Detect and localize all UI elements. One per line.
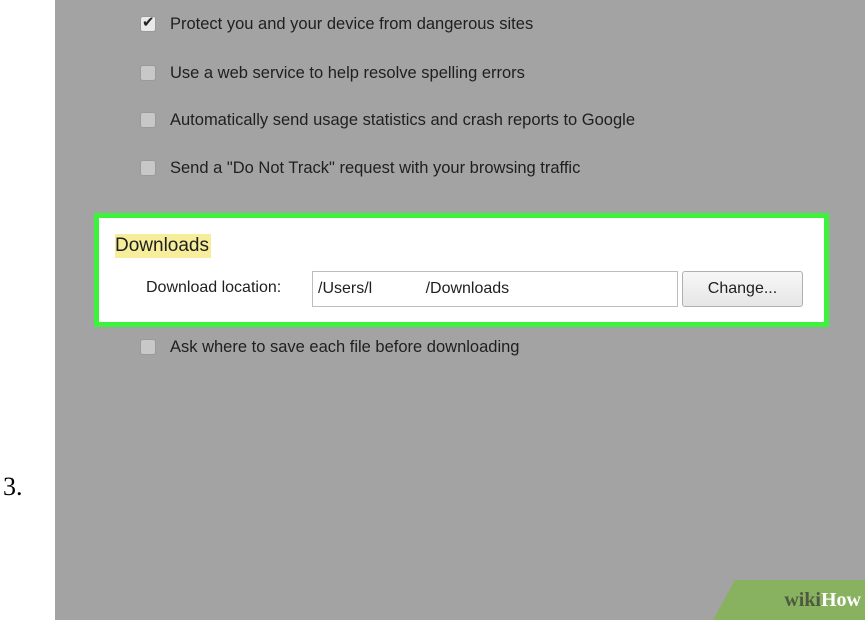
option-usage-statistics[interactable]: Automatically send usage statistics and …: [140, 108, 635, 132]
option-spelling-service[interactable]: Use a web service to help resolve spelli…: [140, 61, 525, 85]
ask-where-label: Ask where to save each file before downl…: [170, 337, 520, 356]
option-do-not-track[interactable]: Send a "Do Not Track" request with your …: [140, 156, 580, 180]
download-location-label: Download location:: [146, 279, 282, 296]
option-protect-dangerous-sites[interactable]: ✔ Protect you and your device from dange…: [140, 12, 533, 36]
settings-screenshot: ✔ Protect you and your device from dange…: [55, 0, 865, 620]
step-number: 3.: [3, 472, 23, 501]
change-location-button[interactable]: Change...: [682, 271, 803, 307]
downloads-section-highlight: Downloads Download location: /Users/l /D…: [94, 213, 829, 327]
page: 3. ✔ Protect you and your device from da…: [0, 0, 865, 620]
check-mark-icon: ✔: [142, 14, 155, 31]
downloads-heading: Downloads: [115, 234, 211, 258]
spelling-service-label: Use a web service to help resolve spelli…: [170, 63, 525, 82]
ask-where-checkbox[interactable]: [140, 339, 156, 355]
wikihow-watermark: wiki How: [713, 580, 865, 620]
spelling-service-checkbox[interactable]: [140, 65, 156, 81]
watermark-wiki-text: wiki: [784, 588, 821, 611]
download-location-field[interactable]: /Users/l /Downloads: [312, 271, 678, 307]
do-not-track-checkbox[interactable]: [140, 160, 156, 176]
option-ask-where-to-save[interactable]: Ask where to save each file before downl…: [140, 335, 519, 359]
protect-sites-checkbox[interactable]: ✔: [140, 14, 156, 32]
usage-statistics-label: Automatically send usage statistics and …: [170, 110, 635, 129]
do-not-track-label: Send a "Do Not Track" request with your …: [170, 158, 581, 177]
watermark-how-text: How: [821, 588, 861, 611]
usage-statistics-checkbox[interactable]: [140, 112, 156, 128]
protect-sites-label: Protect you and your device from dangero…: [170, 14, 534, 33]
